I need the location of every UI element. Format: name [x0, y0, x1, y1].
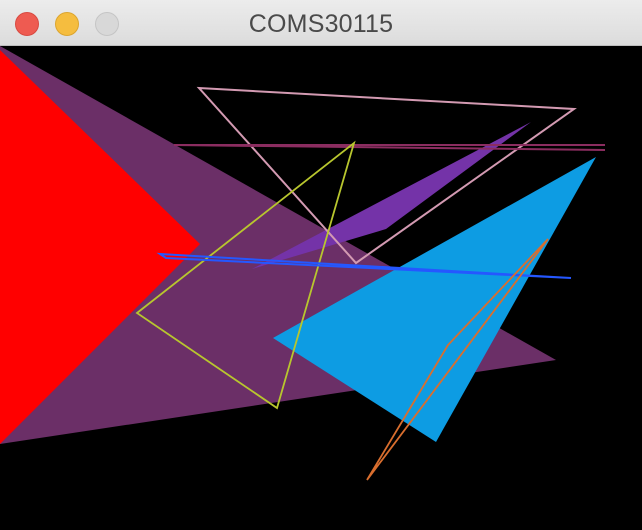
application-window: COMS30115	[0, 0, 642, 530]
render-canvas	[0, 46, 642, 530]
window-title: COMS30115	[248, 10, 394, 38]
triangle-rendering	[0, 46, 606, 481]
title-bar: COMS30115	[0, 0, 642, 46]
